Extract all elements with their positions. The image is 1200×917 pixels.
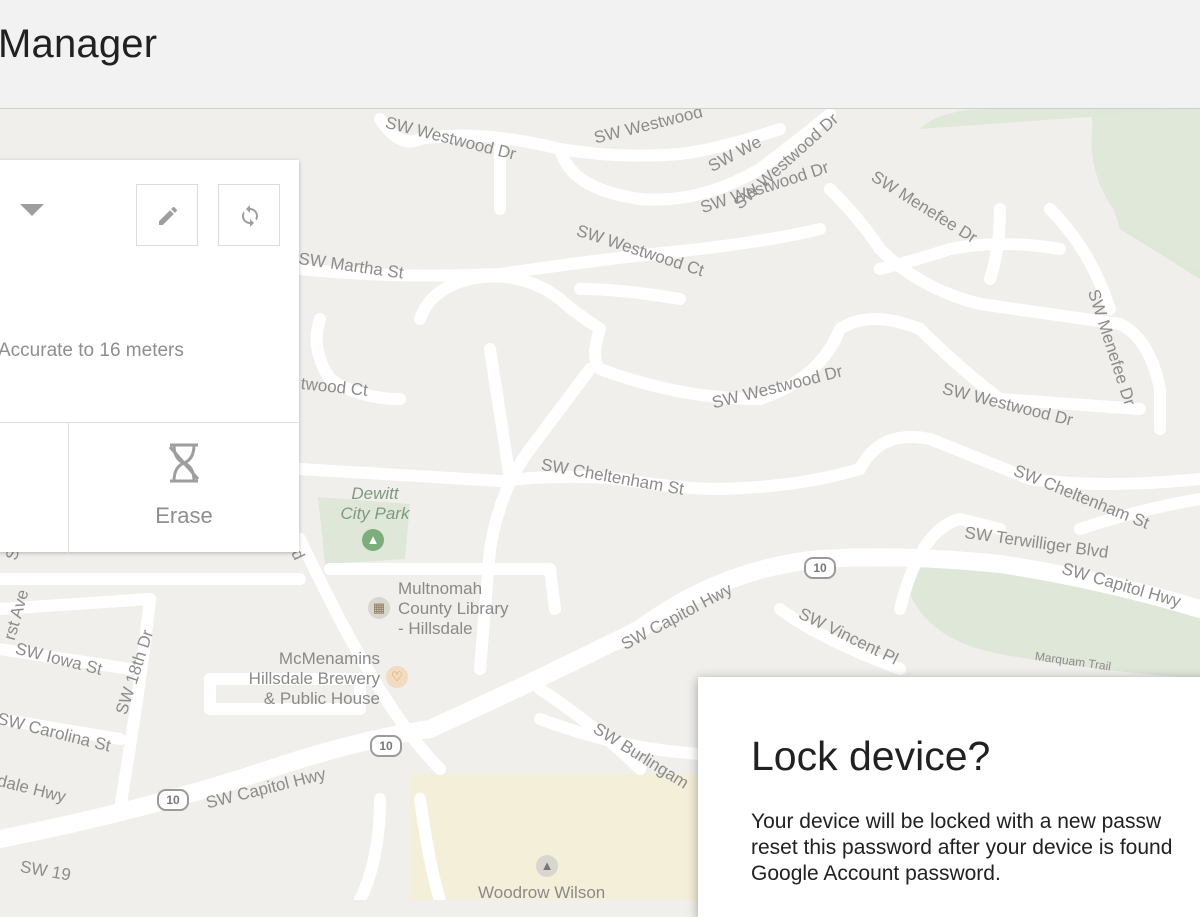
library-icon: ▦ [368,597,390,619]
app-title: Manager [0,22,158,66]
dialog-body-line: Your device will be locked with a new pa… [751,810,1162,833]
lock-action-button[interactable] [0,423,69,553]
device-card: Accurate to 16 meters Erase [0,160,299,553]
school-label: Woodrow Wilson [478,883,606,900]
dialog-title: Lock device? [751,733,991,779]
erase-icon [168,443,200,483]
restaurant-icon: ♡ [386,666,408,688]
library-label: Multnomah County Library - Hillsdale [398,579,509,638]
park-icon: ▲ [362,529,384,551]
pencil-icon [159,206,178,225]
school-icon: ▲ [536,855,558,877]
highway-badge: 10 [157,789,189,811]
location-accuracy-text: Accurate to 16 meters [0,340,184,361]
lock-device-dialog: Lock device? Your device will be locked … [698,677,1200,917]
refresh-icon [242,205,258,227]
park-label: Dewitt City Park [340,484,410,523]
device-dropdown-caret-icon[interactable] [20,204,44,216]
highway-badge: 10 [804,557,836,579]
dialog-body: Your device will be locked with a new pa… [751,809,1200,887]
top-app-bar: Manager [0,0,1200,109]
highway-badge: 10 [370,735,402,757]
brewery-label: McMenamins Hillsdale Brewery & Public Ho… [248,649,380,708]
refresh-button[interactable] [218,184,280,246]
erase-label: Erase [155,503,213,528]
edit-button[interactable] [136,184,198,246]
erase-action-button[interactable]: Erase [69,423,299,553]
dialog-body-line: Google Account password. [751,862,1001,885]
device-actions: Erase [0,422,299,553]
dialog-body-line: reset this password after your device is… [751,836,1173,859]
